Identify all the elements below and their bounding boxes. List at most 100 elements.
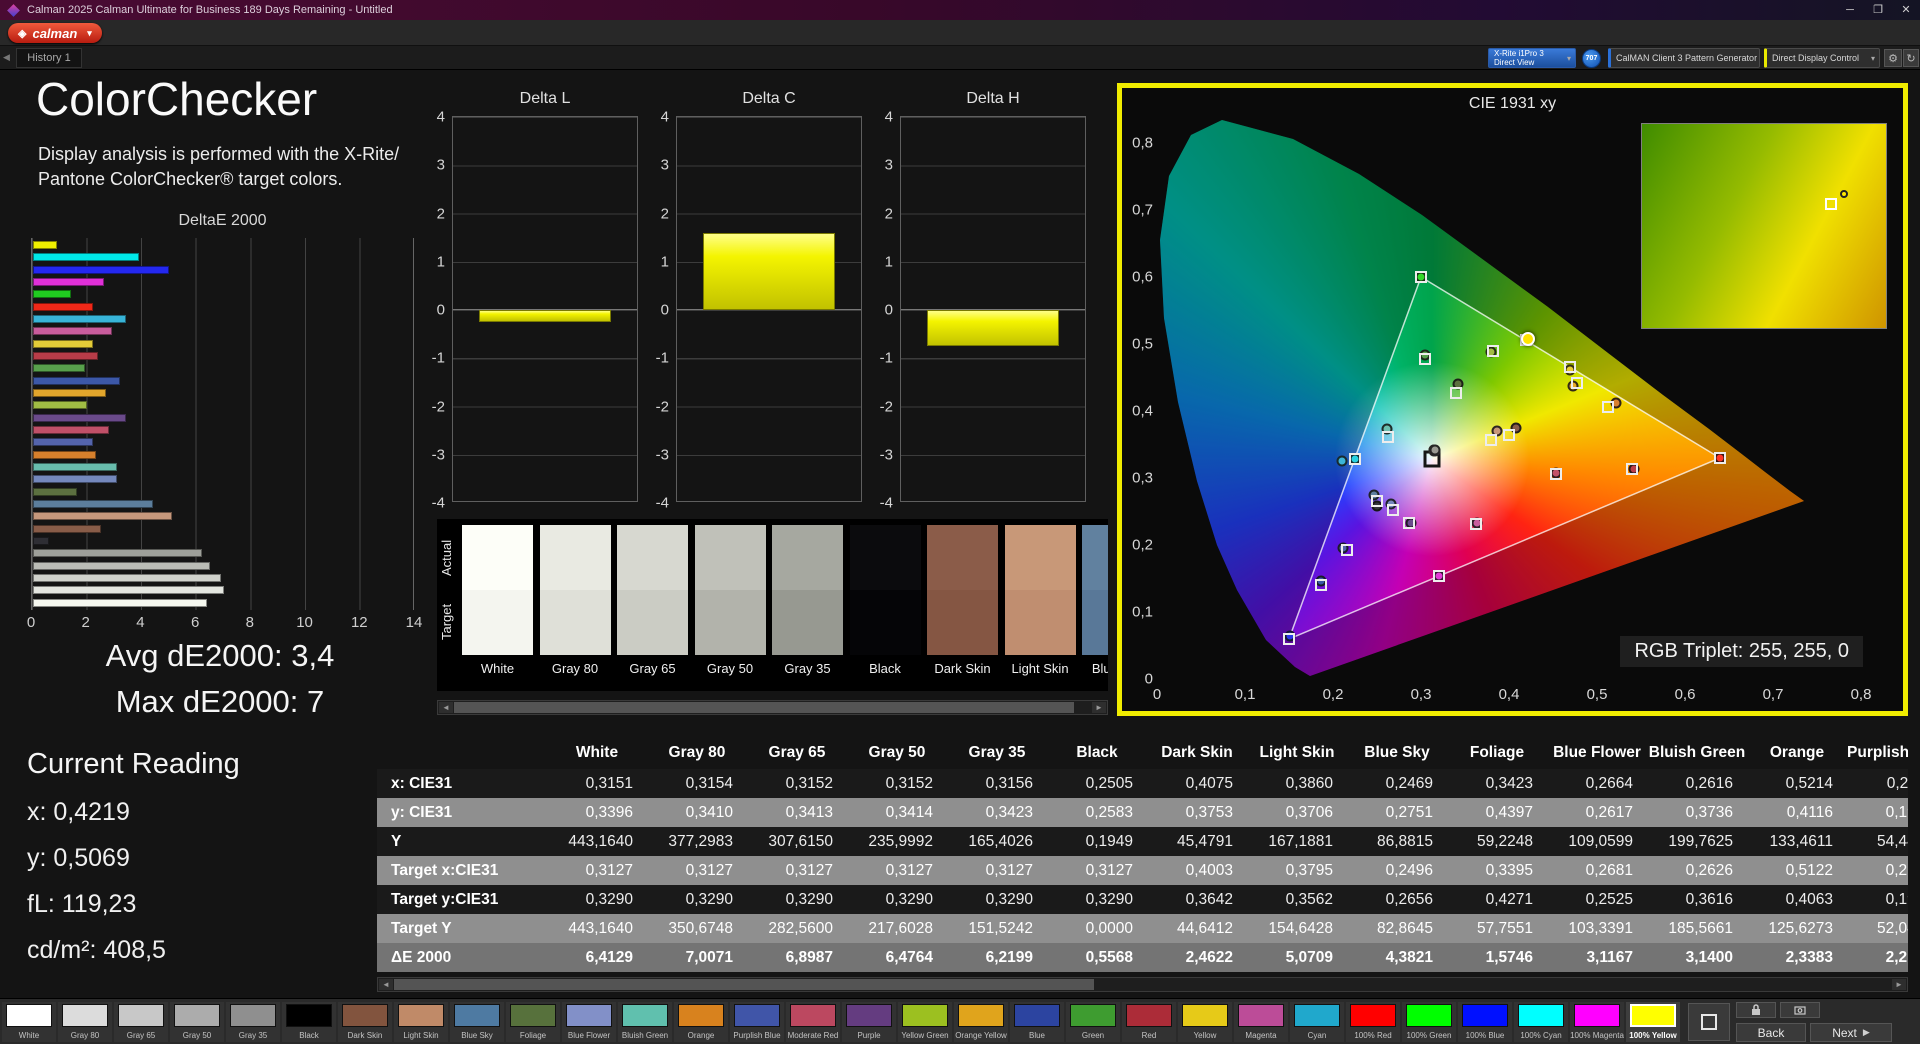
table-cell: 0,3152 [885, 774, 933, 792]
tab-scroll-left-icon[interactable]: ◀ [3, 52, 10, 63]
pattern-swatch[interactable]: Dark Skin [338, 1002, 392, 1042]
table-cell: 185,5661 [1668, 919, 1733, 937]
pattern-swatch[interactable]: White [2, 1002, 56, 1042]
pattern-swatch[interactable]: Orange Yellow [954, 1002, 1008, 1042]
pattern-swatch[interactable]: Bluish Green [618, 1002, 672, 1042]
table-cell: 0,2161 [1885, 861, 1908, 879]
pattern-swatch[interactable]: Purplish Blue [730, 1002, 784, 1042]
display-control-dropdown[interactable]: Direct Display Control ▾ [1764, 48, 1880, 68]
cie-point-target [1348, 452, 1361, 465]
pattern-swatch[interactable]: Moderate Red [786, 1002, 840, 1042]
patch-swatch[interactable]: Gray 65 [617, 525, 688, 677]
back-button[interactable]: Back [1736, 1023, 1806, 1042]
pattern-swatch[interactable]: Blue [1010, 1002, 1064, 1042]
meter-status-badge[interactable]: 707 [1582, 49, 1601, 68]
meter-dropdown[interactable]: X-Rite i1Pro 3 Direct View ▾ [1488, 48, 1576, 68]
pattern-swatch-label: 100% Yellow [1629, 1031, 1677, 1040]
capture-button[interactable] [1780, 1002, 1820, 1018]
pattern-swatch[interactable]: Black [282, 1002, 336, 1042]
settings-button[interactable]: ⚙ [1884, 49, 1902, 67]
tab-history-1[interactable]: History 1 [16, 48, 82, 68]
cie-point-target [1449, 386, 1462, 399]
patch-strip-scrollbar[interactable]: ◄ ► [437, 700, 1108, 715]
table-cell: 154,6428 [1268, 919, 1333, 937]
patch-swatch[interactable]: Gray 50 [694, 525, 766, 677]
cie-y-tick: 0 [1144, 670, 1153, 688]
pattern-swatch[interactable]: Blue Sky [450, 1002, 504, 1042]
patch-swatch[interactable]: Blue Sky [1082, 525, 1108, 677]
pattern-swatch[interactable]: Purple [842, 1002, 896, 1042]
table-cell: 0,3396 [585, 803, 633, 821]
pattern-swatch[interactable]: Red [1122, 1002, 1176, 1042]
patch-swatch[interactable]: Gray 80 [539, 525, 611, 677]
pattern-swatch[interactable]: Yellow [1178, 1002, 1232, 1042]
scrollbar-thumb[interactable] [454, 702, 1074, 713]
pattern-swatch[interactable]: Yellow Green [898, 1002, 952, 1042]
table-scrollbar[interactable]: ◄ ► [377, 977, 1908, 992]
close-button[interactable]: ✕ [1892, 0, 1920, 20]
table-cell: 217,6028 [868, 919, 933, 937]
table-cell: 0,3127 [1085, 861, 1133, 879]
pattern-swatch[interactable]: 100% Cyan [1514, 1002, 1568, 1042]
pattern-swatch[interactable]: Foliage [506, 1002, 560, 1042]
pattern-swatch[interactable]: Cyan [1290, 1002, 1344, 1042]
patch-swatch[interactable]: Dark Skin [927, 525, 998, 677]
table-cell: 0,3127 [785, 861, 833, 879]
pattern-swatch-label: 100% Red [1354, 1031, 1392, 1040]
table-cell: 125,6273 [1768, 919, 1833, 937]
pattern-swatch[interactable]: 100% Green [1402, 1002, 1456, 1042]
maximize-button[interactable]: ❐ [1864, 0, 1892, 20]
next-button[interactable]: Next ▶ [1810, 1023, 1892, 1042]
pattern-swatch[interactable]: Blue Flower [562, 1002, 616, 1042]
deltae-bar [33, 475, 118, 484]
table-cell: 0,3290 [585, 890, 633, 908]
patch-swatch[interactable]: White [462, 525, 533, 677]
pattern-swatch[interactable]: 100% Yellow [1626, 1002, 1680, 1042]
lock-button[interactable] [1736, 1002, 1776, 1018]
current-reading-cdm2: cd/m²: 408,5 [27, 936, 166, 964]
pattern-swatch-color [1630, 1004, 1676, 1027]
scroll-right-icon[interactable]: ► [1892, 979, 1906, 990]
refresh-button[interactable]: ↻ [1903, 49, 1919, 67]
delta-l-chart: 4 3 2 1 0 -1 -2 -3 -4 [432, 109, 638, 512]
pattern-swatch-label: Cyan [1307, 1031, 1327, 1040]
scroll-right-icon[interactable]: ► [1092, 702, 1106, 713]
pattern-swatch-color [62, 1004, 108, 1027]
patch-actual-color [617, 525, 688, 590]
scroll-left-icon[interactable]: ◄ [379, 979, 393, 990]
pattern-swatch[interactable]: Magenta [1234, 1002, 1288, 1042]
pattern-swatch[interactable]: Light Skin [394, 1002, 448, 1042]
pattern-swatch[interactable]: 100% Red [1346, 1002, 1400, 1042]
pattern-swatch[interactable]: 100% Blue [1458, 1002, 1512, 1042]
table-cell: 0,3616 [1685, 890, 1733, 908]
scroll-left-icon[interactable]: ◄ [439, 702, 453, 713]
pattern-swatch[interactable]: Orange [674, 1002, 728, 1042]
current-reading-fl: fL: 119,23 [27, 890, 137, 918]
pattern-swatch[interactable]: Gray 65 [114, 1002, 168, 1042]
pattern-swatch[interactable]: Green [1066, 1002, 1120, 1042]
table-cell: 0,3414 [885, 803, 933, 821]
table-header-cell: Gray 50 [868, 744, 926, 761]
patch-swatch[interactable]: Black [849, 525, 921, 677]
pattern-toolbar: White Gray 80 Gray 65 Gray 50 Gray 35 Black Da… [0, 998, 1920, 1044]
cie-y-tick: 0,7 [1132, 201, 1153, 219]
pattern-swatch-color [566, 1004, 612, 1027]
pattern-window-button[interactable] [1688, 1003, 1730, 1041]
calman-window: Calman 2025 Calman Ultimate for Business… [0, 0, 1920, 1044]
patch-swatch[interactable]: Gray 35 [772, 525, 843, 677]
patch-swatch[interactable]: Light Skin [1004, 525, 1076, 677]
pattern-generator-dropdown[interactable]: CalMAN Client 3 Pattern Generator ▾ [1608, 48, 1760, 68]
cie-y-tick: 0,6 [1132, 268, 1153, 286]
table-cell: 7,0071 [685, 948, 733, 966]
calman-menu-button[interactable]: ◈ calman ▾ [8, 23, 102, 43]
delta-axis-tick: 2 [660, 205, 669, 222]
pattern-swatch[interactable]: Gray 80 [58, 1002, 112, 1042]
pattern-swatch[interactable]: 100% Magenta [1570, 1002, 1624, 1042]
delta-axis-tick: 3 [436, 156, 445, 174]
pattern-swatch[interactable]: Gray 50 [170, 1002, 224, 1042]
patch-label: Gray 65 [629, 661, 676, 676]
scrollbar-thumb[interactable] [394, 979, 1094, 990]
pattern-swatch-color [510, 1004, 556, 1027]
minimize-button[interactable]: ─ [1836, 0, 1864, 20]
pattern-swatch[interactable]: Gray 35 [226, 1002, 280, 1042]
